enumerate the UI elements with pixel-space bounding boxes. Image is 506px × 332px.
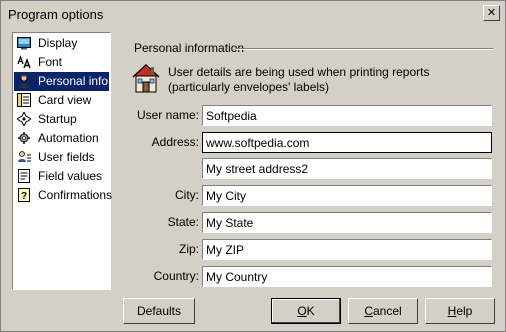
help-button[interactable]: Help [425, 298, 495, 324]
nav-item-field-values[interactable]: Field values [14, 167, 109, 186]
personal-information-group-title: Personal information [134, 41, 245, 55]
personal-info-description: User details are being used when printin… [168, 65, 430, 94]
startup-icon [17, 112, 31, 126]
cancel-label: ancel [372, 304, 402, 318]
ok-label: K [306, 304, 315, 318]
address-label: Address: [151, 135, 199, 149]
display-icon [17, 37, 31, 50]
nav-label-font: Font [38, 55, 63, 69]
nav-item-display[interactable]: Display [14, 34, 109, 53]
zip-label: Zip: [178, 242, 199, 256]
nav-item-font[interactable]: Font [14, 53, 109, 72]
city-field[interactable] [202, 185, 492, 206]
nav-label-field-values: Field values [38, 169, 103, 183]
user-name-label: User name: [136, 108, 199, 122]
user-fields-icon [18, 151, 31, 162]
window-title: Program options [8, 7, 104, 22]
nav-label-display: Display [38, 36, 78, 50]
card-view-icon [17, 93, 31, 107]
automation-icon [18, 132, 30, 144]
user-name-field[interactable] [202, 105, 492, 126]
nav-item-user-fields[interactable]: User fields [14, 148, 109, 167]
svg-text:?: ? [21, 191, 27, 202]
address-field[interactable] [202, 132, 492, 153]
state-label: State: [167, 215, 199, 229]
field-values-icon [18, 169, 30, 183]
nav-label-startup: Startup [38, 112, 77, 126]
nav-label-user-fields: User fields [38, 150, 95, 164]
state-field[interactable] [202, 212, 492, 233]
nav-item-startup[interactable]: Startup [14, 110, 109, 129]
zip-field[interactable] [202, 239, 492, 260]
help-label: elp [456, 304, 473, 318]
ok-mnemonic: O [297, 304, 307, 318]
ok-button[interactable]: OK [271, 298, 341, 324]
nav-label-personal-info: Personal info [38, 74, 109, 88]
program-options-window: Program options ✕ Display Font Personal … [0, 0, 506, 332]
defaults-button[interactable]: Defaults [123, 298, 195, 324]
nav-label-card-view: Card view [38, 93, 92, 107]
city-label: City: [175, 188, 199, 202]
title-bar: Program options ✕ [2, 2, 504, 26]
country-field[interactable] [202, 266, 492, 287]
options-category-list[interactable]: Display Font Personal info Card view Sta… [12, 32, 113, 290]
nav-label-automation: Automation [38, 131, 99, 145]
nav-item-personal-info[interactable]: Personal info [14, 72, 109, 91]
nav-item-confirmations[interactable]: ? Confirmations [14, 186, 113, 205]
group-divider [236, 48, 493, 50]
country-label: Country: [153, 269, 199, 283]
close-button[interactable]: ✕ [483, 5, 500, 21]
nav-label-confirmations: Confirmations [38, 188, 113, 202]
nav-item-automation[interactable]: Automation [14, 129, 109, 148]
address2-field[interactable] [202, 158, 492, 179]
close-icon: ✕ [486, 6, 497, 19]
cancel-mnemonic: C [364, 304, 373, 318]
nav-item-card-view[interactable]: Card view [14, 91, 109, 110]
confirmations-icon: ? [18, 188, 30, 202]
person-icon [19, 74, 29, 88]
house-icon [132, 63, 160, 93]
font-icon [17, 55, 31, 69]
cancel-button[interactable]: Cancel [348, 298, 418, 324]
